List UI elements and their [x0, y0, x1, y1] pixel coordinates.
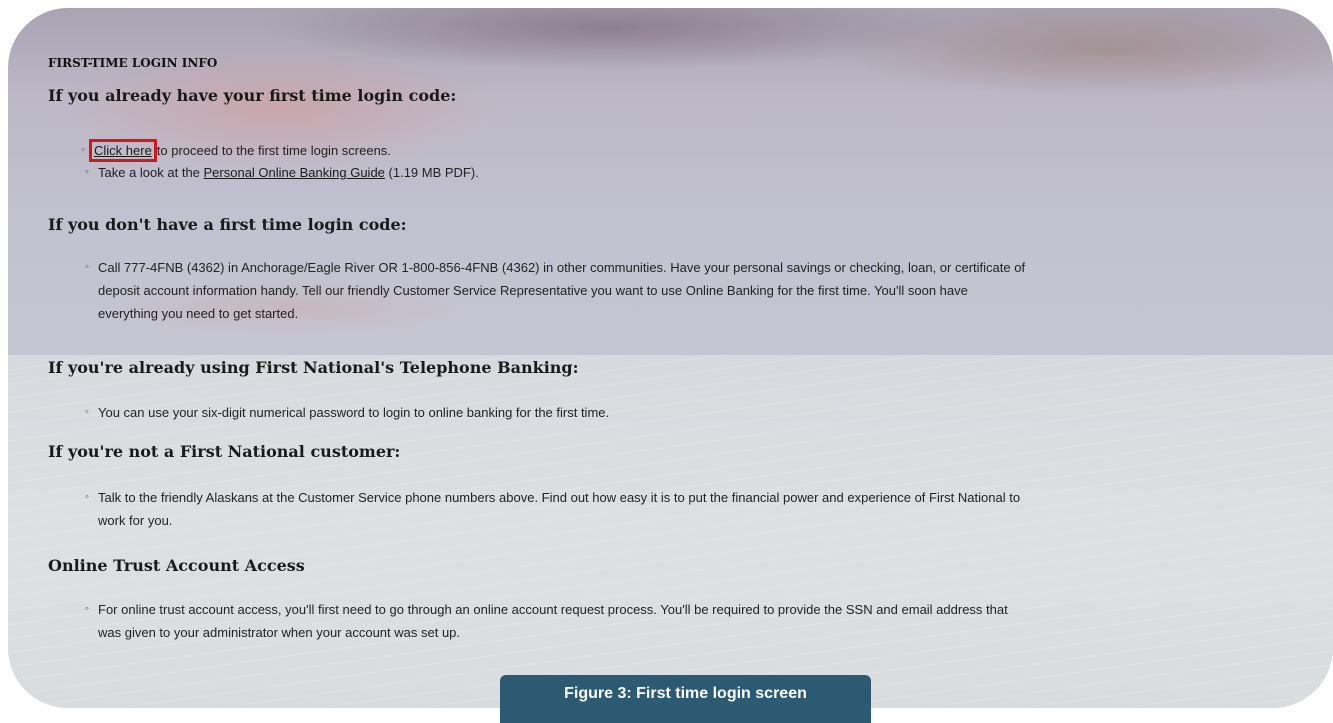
call-line-3: everything you need to get started.: [98, 306, 299, 321]
bullet-icon: ◦: [81, 144, 85, 156]
trust-line-1: For online trust account access, you'll …: [98, 602, 1008, 617]
talk-line-1: Talk to the friendly Alaskans at the Cus…: [98, 490, 1021, 505]
talk-line-2: work for you.: [98, 513, 173, 528]
list-item-call: ◦ Call 777-4FNB (4362) in Anchorage/Eagl…: [85, 256, 1026, 325]
click-here-highlight: Click here: [89, 139, 157, 162]
list-item-password: ◦ You can use your six-digit numerical p…: [85, 401, 610, 424]
bullet-icon: ◦: [85, 491, 89, 503]
heading-telephone-banking: If you're already using First National's…: [48, 358, 579, 377]
heading-no-code: If you don't have a first time login cod…: [48, 215, 407, 234]
screenshot-frame: FIRST-TIME LOGIN INFO If you already hav…: [8, 8, 1333, 708]
bullet-icon: ◦: [85, 603, 89, 615]
bullet-icon: ◦: [85, 166, 89, 178]
call-line-1: Call 777-4FNB (4362) in Anchorage/Eagle …: [98, 260, 1026, 275]
click-here-link[interactable]: Click here: [94, 143, 152, 158]
login-info-panel: FIRST-TIME LOGIN INFO If you already hav…: [8, 8, 1333, 708]
guide-suffix: (1.19 MB PDF).: [384, 165, 479, 180]
heading-have-code: If you already have your first time logi…: [48, 86, 457, 105]
heading-trust-access: Online Trust Account Access: [48, 556, 305, 575]
guide-prefix: Take a look at the: [98, 165, 204, 180]
call-line-2: deposit account information handy. Tell …: [98, 283, 968, 298]
list-item-click-here: ◦ Click here to proceed to the first time…: [81, 139, 391, 162]
list-item-trust: ◦ For online trust account access, you'l…: [85, 598, 1008, 644]
bullet-icon: ◦: [85, 406, 89, 418]
list-item-guide: ◦ Take a look at the Personal Online Ban…: [85, 161, 479, 184]
trust-line-2: was given to your administrator when you…: [98, 625, 461, 640]
section-label: FIRST-TIME LOGIN INFO: [48, 56, 218, 70]
online-banking-guide-link[interactable]: Personal Online Banking Guide: [204, 165, 385, 180]
password-line: You can use your six-digit numerical pas…: [98, 405, 610, 420]
click-here-text: to proceed to the first time login scree…: [156, 143, 391, 158]
heading-not-customer: If you're not a First National customer:: [48, 442, 401, 461]
list-item-talk: ◦ Talk to the friendly Alaskans at the C…: [85, 486, 1021, 532]
bullet-icon: ◦: [85, 261, 89, 273]
figure-caption: Figure 3: First time login screen: [500, 675, 871, 723]
